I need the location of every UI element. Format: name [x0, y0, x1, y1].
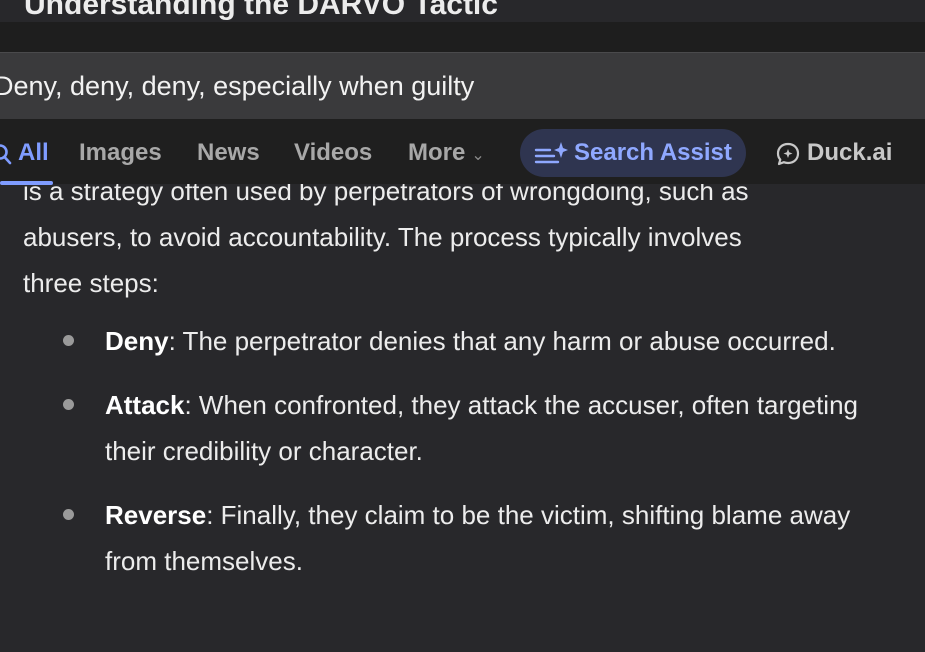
tab-all-label: All [18, 139, 49, 166]
tab-duck-ai-label: Duck.ai [807, 139, 893, 166]
search-assist-inner: Search Assist [534, 131, 732, 175]
list-item-attack: Attack: When confronted, they attack the… [0, 382, 925, 474]
search-input[interactable] [0, 65, 894, 107]
search-icon [0, 143, 12, 164]
tab-news[interactable]: News [197, 131, 260, 175]
search-bar [0, 52, 925, 120]
chat-bubble-icon [776, 142, 800, 165]
tab-more[interactable]: More ⌄ [408, 131, 485, 175]
page: Understanding the DARVO Tactic is a stra… [0, 0, 925, 652]
step-text: : Finally, they claim to be the victim, … [105, 500, 851, 576]
search-assist-button[interactable]: Search Assist [520, 129, 746, 177]
list-item-deny: Deny: The perpetrator denies that any ha… [0, 318, 925, 364]
step-text: : The perpetrator denies that any harm o… [168, 326, 836, 356]
article-intro: is a strategy often used by perpetrators… [23, 168, 903, 306]
tab-videos[interactable]: Videos [294, 131, 372, 175]
article-title: Understanding the DARVO Tactic [24, 0, 498, 21]
intro-line-3: three steps: [23, 268, 159, 298]
search-assist-label: Search Assist [574, 139, 732, 166]
tab-images[interactable]: Images [79, 131, 162, 175]
step-term: Deny [105, 326, 169, 356]
step-term: Attack [105, 390, 185, 420]
search-header: All Images News Videos More ⌄ Search Assi… [0, 22, 925, 185]
bullet-dot [63, 335, 74, 346]
darvo-steps-list: Deny: The perpetrator denies that any ha… [0, 318, 925, 602]
bullet-dot [63, 399, 74, 410]
tab-more-label: More [408, 139, 466, 166]
step-term: Reverse [105, 500, 207, 530]
sparkle-list-icon [534, 141, 568, 163]
header-top-strip [0, 22, 925, 52]
search-tabs: All Images News Videos More ⌄ Search Assi… [0, 119, 925, 185]
bullet-dot [63, 509, 74, 520]
active-tab-underline [0, 181, 53, 185]
intro-line-2: abusers, to avoid accountability. The pr… [23, 222, 742, 252]
tab-all[interactable]: All [0, 131, 53, 185]
tab-duck-ai[interactable]: Duck.ai [775, 131, 892, 175]
chevron-down-icon: ⌄ [471, 147, 485, 164]
step-text: : When confronted, they attack the accus… [105, 390, 858, 466]
list-item-reverse: Reverse: Finally, they claim to be the v… [0, 492, 925, 584]
